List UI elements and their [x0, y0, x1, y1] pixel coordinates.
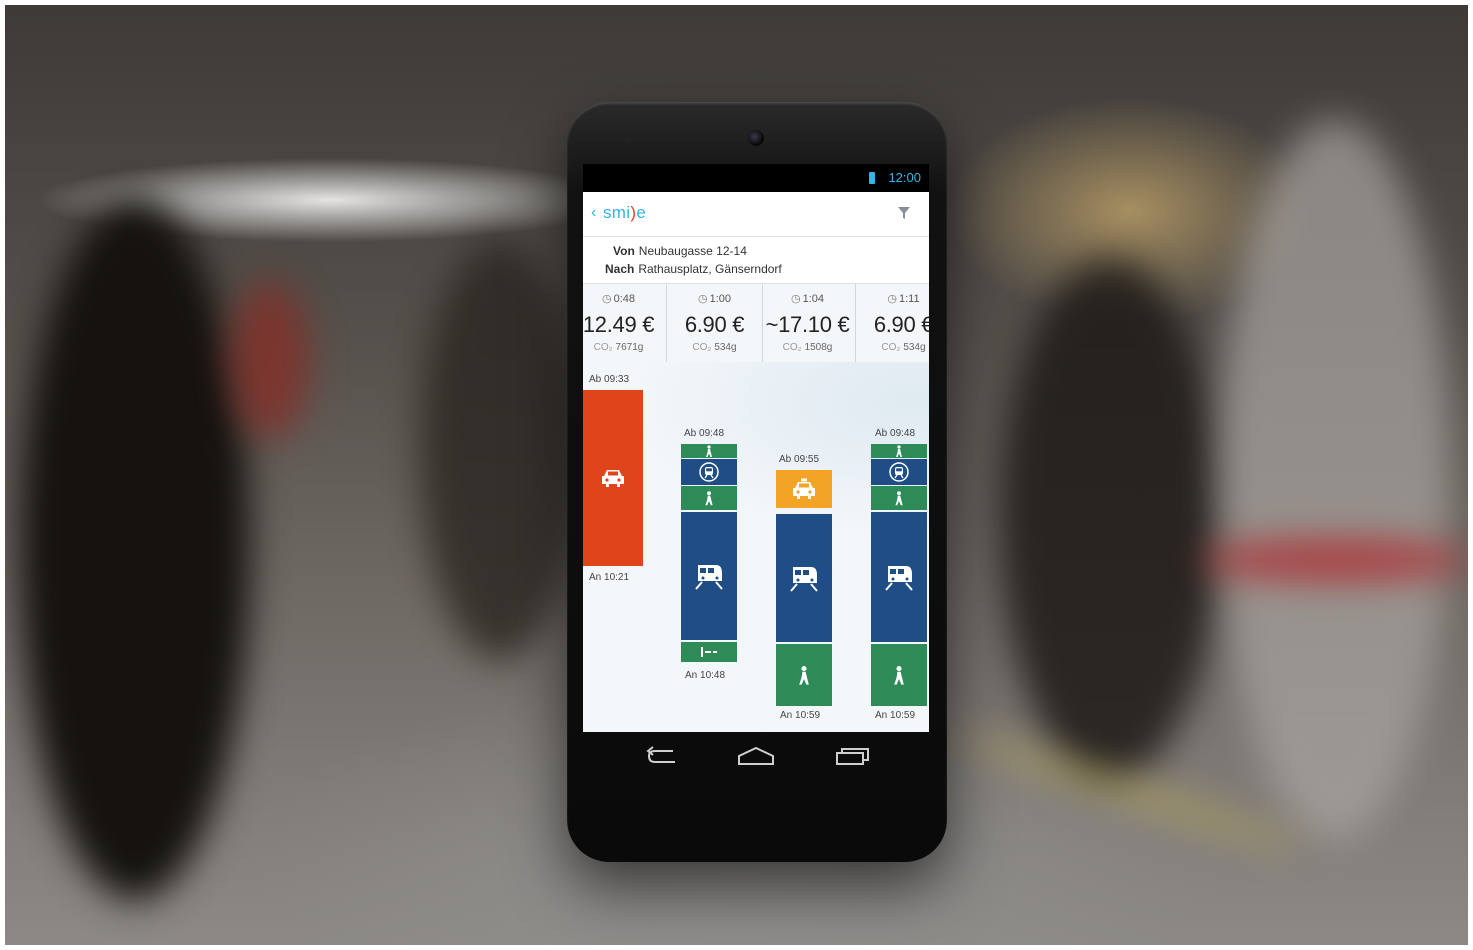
segment-walk[interactable]: [776, 644, 832, 706]
clock-icon: ◷: [697, 293, 708, 305]
segment-walk-transfer[interactable]: [681, 642, 737, 662]
walk-icon: [896, 445, 902, 457]
clock-icon: ◷: [790, 293, 801, 305]
walk-icon: [894, 666, 904, 685]
option-summary-1[interactable]: ◷ 0:48 12.49 € CO₂ 7671g: [583, 284, 667, 362]
route-header[interactable]: Von Neubaugasse 12-14 Nach Rathausplatz, G…: [583, 237, 929, 284]
depart-time: Ab 09:48: [875, 428, 916, 439]
options-summary: ◷ 0:48 12.49 € CO₂ 7671g ◷ 1:00 6.90 € CO₂ 5…: [583, 284, 929, 362]
segment-train[interactable]: [871, 512, 927, 642]
segment-subway[interactable]: [871, 459, 927, 485]
blurred-train-stripe: [1200, 540, 1470, 580]
price: 6.90 €: [873, 312, 929, 337]
blurred-person-red: [230, 280, 310, 440]
status-time: 12:00: [888, 170, 921, 185]
filter-icon[interactable]: [897, 206, 911, 225]
price: 12.49 €: [583, 312, 655, 337]
segment-walk[interactable]: [871, 486, 927, 510]
price: 6.90 €: [684, 312, 745, 337]
journey-timeline: Ab 09:33 An 10:21 Ab 09:48 An 10:48 Ab 0…: [583, 362, 929, 722]
app-logo[interactable]: smi)e: [603, 203, 646, 223]
blurred-crowd: [420, 240, 580, 660]
price: ~17.10 €: [765, 312, 850, 337]
segment-walk[interactable]: [871, 644, 927, 706]
arrive-time: An 10:59: [875, 710, 916, 721]
back-chevron-icon[interactable]: ‹: [591, 204, 596, 222]
walk-icon: [799, 666, 809, 685]
phone-device: 12:00 ‹ smi)e Von Neubaugasse 12-14 Nach R…: [567, 102, 947, 862]
train-icon: [885, 566, 913, 591]
nav-back-icon[interactable]: [645, 746, 679, 771]
arrive-time: An 10:48: [685, 670, 726, 681]
subway-icon: [889, 462, 909, 482]
depart-time: Ab 09:55: [779, 454, 820, 465]
arrive-time: An 10:59: [780, 710, 821, 721]
train-icon: [695, 565, 723, 590]
taxi-icon: [793, 478, 815, 499]
blurred-person-right: [1000, 260, 1220, 780]
option-summary-3[interactable]: ◷ 1:04 ~17.10 € CO₂ 1508g: [760, 284, 856, 362]
segment-taxi[interactable]: [776, 470, 832, 508]
front-camera: [748, 130, 764, 146]
nav-recents-icon[interactable]: [835, 746, 871, 771]
walk-icon: [895, 491, 903, 506]
arrive-time: An 10:21: [589, 572, 630, 583]
proximity-sensor: [625, 136, 631, 142]
segment-car[interactable]: [583, 390, 643, 566]
option-summary-2[interactable]: ◷ 1:00 6.90 € CO₂ 534g: [667, 284, 763, 362]
blurred-person-left: [20, 200, 250, 900]
depart-time: Ab 09:33: [589, 374, 630, 385]
segment-walk[interactable]: [681, 486, 737, 510]
clock-icon: ◷: [887, 293, 897, 305]
walk-icon: [706, 445, 712, 457]
segment-walk[interactable]: [871, 444, 927, 458]
route-to: Nach Rathausplatz, Gänserndorf: [605, 262, 782, 276]
segment-subway[interactable]: [681, 459, 737, 485]
option-summary-4[interactable]: ◷ 1:11 6.90 € CO₂ 534g: [856, 284, 929, 362]
route-from: Von Neubaugasse 12-14: [613, 244, 747, 258]
status-bar: 12:00: [583, 164, 929, 192]
nav-home-icon[interactable]: [737, 746, 775, 771]
car-icon: [602, 470, 624, 487]
train-icon: [790, 567, 818, 592]
action-bar: ‹ smi)e: [583, 192, 929, 237]
android-nav-bar: [567, 732, 947, 792]
segment-walk[interactable]: [681, 444, 737, 458]
blurred-train-door: [1220, 120, 1450, 840]
walk-icon: [705, 491, 713, 506]
app-screen: 12:00 ‹ smi)e Von Neubaugasse 12-14 Nach R…: [583, 164, 929, 732]
walk-transfer-icon: [701, 647, 717, 657]
segment-train[interactable]: [776, 514, 832, 642]
battery-icon: [869, 172, 875, 184]
segment-train[interactable]: [681, 512, 737, 640]
clock-icon: ◷: [601, 293, 612, 305]
depart-time: Ab 09:48: [684, 428, 725, 439]
subway-icon: [699, 462, 719, 482]
